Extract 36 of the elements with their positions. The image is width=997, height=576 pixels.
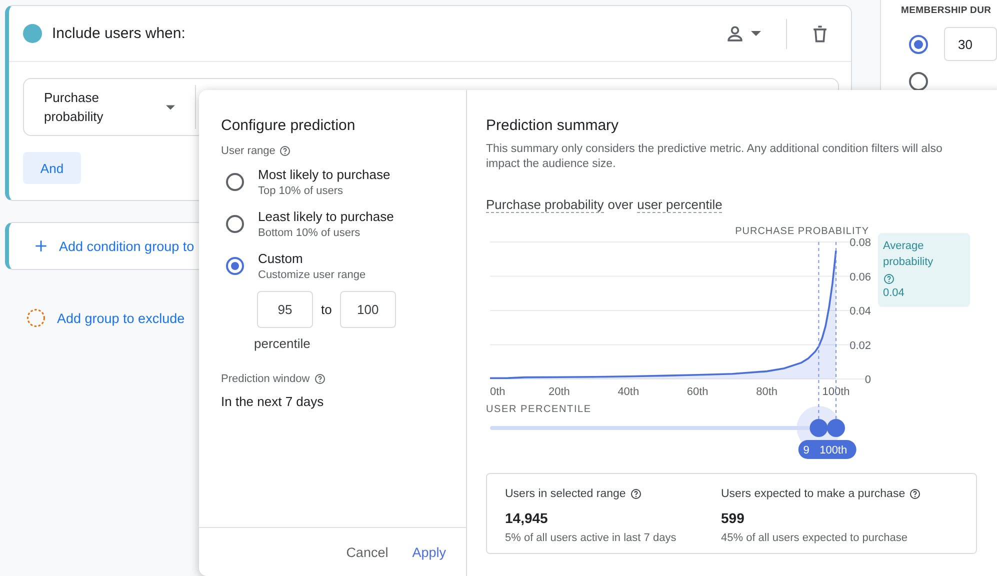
group-title: Include users when: <box>52 25 186 42</box>
x-axis-title: USER PERCENTILE <box>486 404 592 415</box>
y-axis-title: PURCHASE PROBABILITY <box>735 226 869 237</box>
average-value: 0.04 <box>883 286 906 301</box>
x-tick-label: 80th <box>756 386 778 398</box>
option-description: Bottom 10% of users <box>258 226 362 241</box>
range-separator: to <box>321 302 332 317</box>
average-label: Average probability <box>883 239 934 270</box>
stat-note: 45% of all users expected to purchase <box>721 532 909 544</box>
stat-note: 5% of all users active in last 7 days <box>505 532 678 544</box>
x-tick-label: 100th <box>822 386 850 398</box>
prediction-window-value: In the next 7 days <box>221 394 325 409</box>
y-tick-label: 0.04 <box>850 306 871 318</box>
field-label: User range <box>221 145 276 157</box>
y-tick-label: 0.02 <box>850 340 871 352</box>
y-tick-label: 0.08 <box>850 237 871 249</box>
x-tick-label: 60th <box>686 386 708 398</box>
range-unit: percentile <box>254 336 312 351</box>
y-tick-label: 0 <box>864 374 871 386</box>
summary-description: This summary only considers the predictive metric. Any additional condition filters will also impact the audience size. <box>486 142 944 172</box>
slider-value-label: 9 100th <box>798 440 856 459</box>
stat-value: 14,945 <box>505 510 549 526</box>
section-label: MEMBERSHIP DUR <box>901 5 992 16</box>
stat-label: Users in selected range <box>505 488 626 500</box>
option-description: Top 10% of users <box>258 184 344 199</box>
x-tick-label: 40th <box>618 386 640 398</box>
y-tick-label: 0.06 <box>850 271 871 284</box>
stat-label: Users expected to make a purchase <box>721 488 906 500</box>
stat-value: 599 <box>721 510 746 526</box>
chart-heading-text: over <box>608 197 634 213</box>
field-label: Prediction window <box>221 373 310 385</box>
x-tick-label: 0th <box>490 386 506 398</box>
panel-title: Prediction summary <box>486 117 620 134</box>
dialog-title: Configure prediction <box>221 117 356 134</box>
x-tick-label: 20th <box>548 386 570 398</box>
option-description: Customize user range <box>258 268 366 283</box>
